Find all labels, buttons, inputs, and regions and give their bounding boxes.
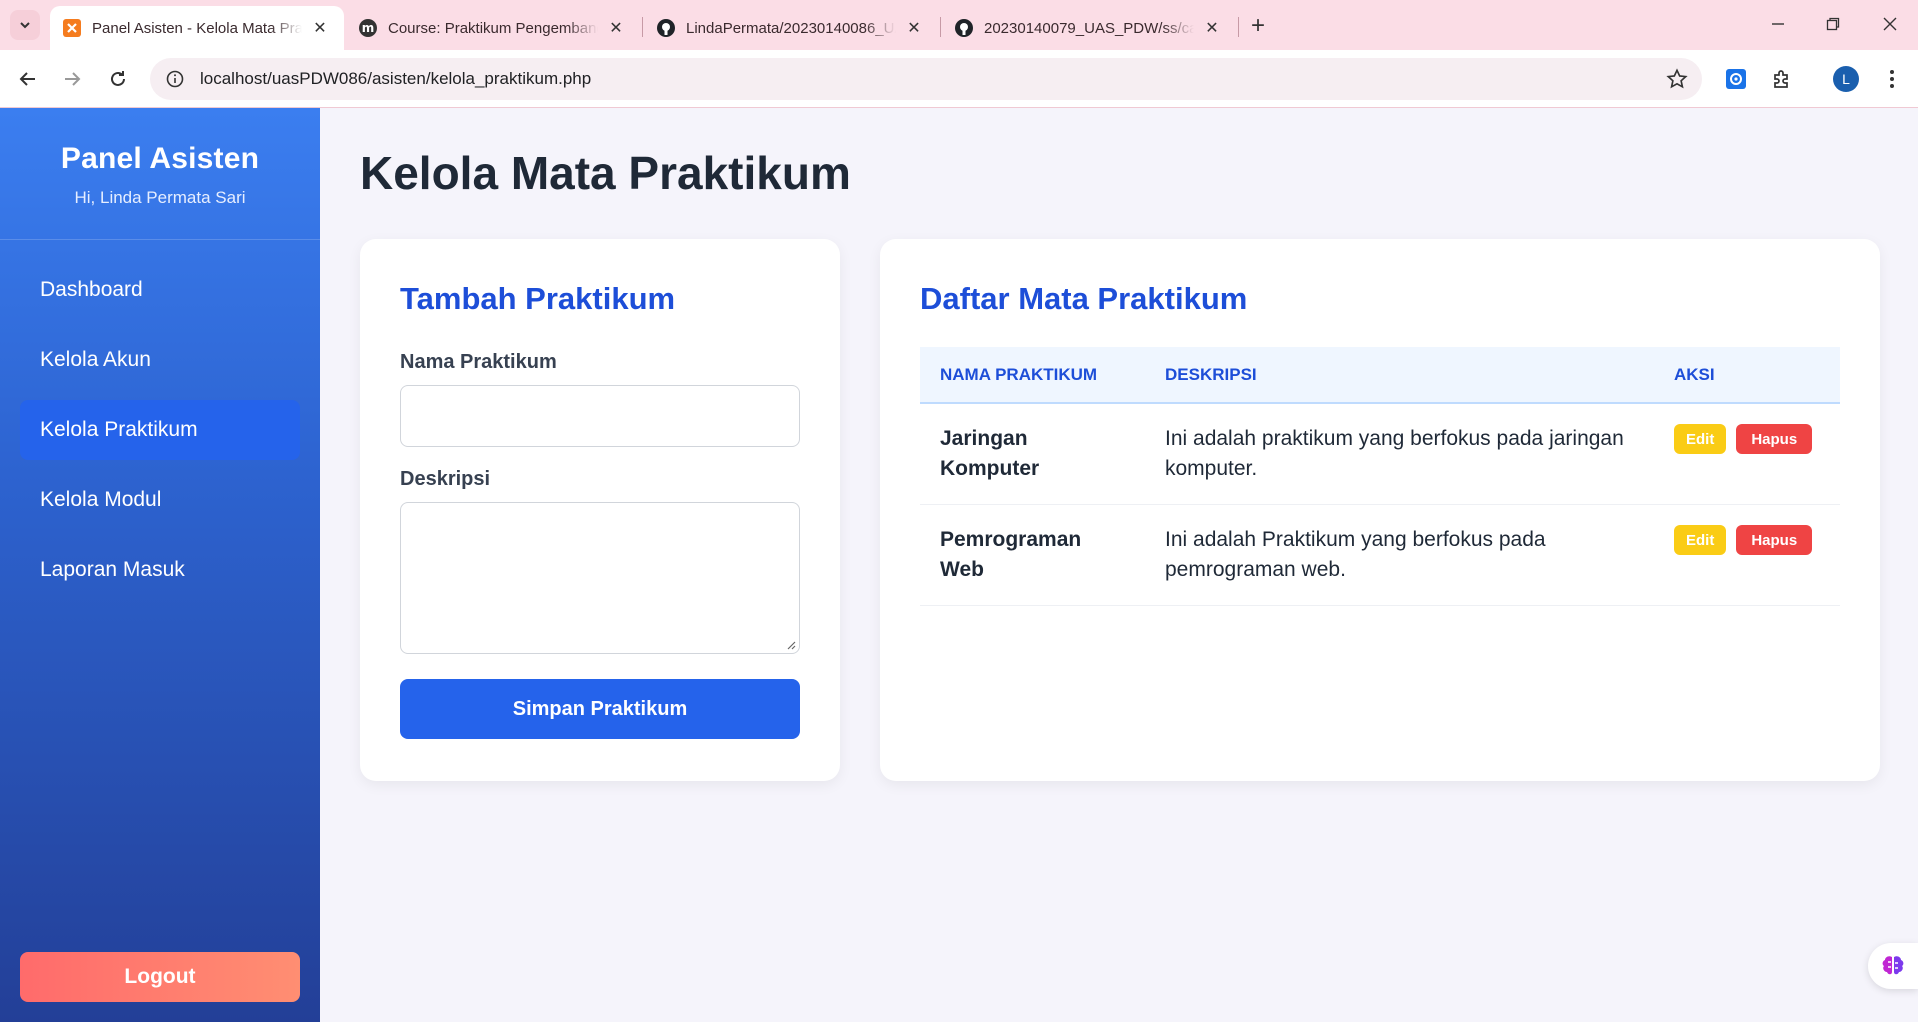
reload-button[interactable] (102, 63, 134, 95)
close-tab-icon[interactable]: ✕ (310, 18, 330, 38)
row-actions: Edit Hapus (1674, 525, 1813, 555)
github-icon (954, 18, 974, 38)
praktikum-description: Ini adalah praktikum yang berfokus pada … (1165, 427, 1624, 480)
more-vertical-icon (1890, 70, 1894, 88)
page-viewport: Panel Asisten Hi, Linda Permata Sari Das… (0, 108, 1918, 1022)
svg-text:m: m (362, 21, 375, 35)
praktikum-name: Pemrograman Web (940, 528, 1082, 581)
close-tab-icon[interactable]: ✕ (606, 18, 626, 38)
site-info-icon[interactable] (154, 58, 196, 100)
add-praktikum-card: Tambah Praktikum Nama Praktikum Deskrips… (360, 239, 840, 781)
sidebar-item-dashboard[interactable]: Dashboard (20, 260, 300, 320)
ai-assistant-button[interactable] (1868, 943, 1918, 989)
extension-badge-icon (1726, 69, 1746, 89)
chevron-down-icon (20, 22, 30, 29)
main-content: Kelola Mata Praktikum Tambah Praktikum N… (320, 108, 1918, 1022)
delete-button[interactable]: Hapus (1736, 424, 1813, 454)
sidebar-item-kelola-akun[interactable]: Kelola Akun (20, 330, 300, 390)
browser-tab-1[interactable]: m Course: Praktikum Pengembangan ✕ (346, 6, 640, 50)
column-header-actions: AKSI (1674, 364, 1715, 384)
minimize-button[interactable] (1758, 8, 1798, 40)
minimize-icon (1772, 23, 1784, 25)
sidebar-item-kelola-praktikum[interactable]: Kelola Praktikum (20, 400, 300, 460)
browser-tabbar: Panel Asisten - Kelola Mata Praktikum ✕ … (0, 0, 1918, 50)
user-greeting: Hi, Linda Permata Sari (74, 188, 246, 207)
row-actions: Edit Hapus (1674, 424, 1813, 454)
github-icon (656, 18, 676, 38)
praktikum-name: Jaringan Komputer (940, 427, 1040, 480)
resize-grip-icon[interactable] (786, 640, 796, 650)
save-praktikum-button[interactable]: Simpan Praktikum (400, 679, 800, 739)
moodle-icon: m (358, 18, 378, 38)
address-bar[interactable]: localhost/uasPDW086/asisten/kelola_prakt… (150, 58, 1702, 100)
tab-separator (940, 17, 941, 37)
name-field-label: Nama Praktikum (400, 351, 557, 373)
edit-button[interactable]: Edit (1674, 525, 1727, 555)
sidebar-menu: Dashboard Kelola Akun Kelola Praktikum K… (0, 240, 320, 600)
back-button[interactable] (12, 63, 44, 95)
tab-search-button[interactable] (10, 10, 40, 40)
form-title: Tambah Praktikum (400, 281, 676, 316)
forward-button[interactable] (56, 63, 88, 95)
praktikum-description: Ini adalah Praktikum yang berfokus pada … (1165, 528, 1546, 581)
extensions-menu-button[interactable] (1766, 63, 1798, 95)
table-row: Jaringan Komputer Ini adalah praktikum y… (920, 404, 1840, 505)
table-header: NAMA PRAKTIKUM DESKRIPSI AKSI (920, 347, 1840, 404)
plus-icon: + (1250, 12, 1265, 39)
browser-toolbar: localhost/uasPDW086/asisten/kelola_prakt… (0, 50, 1918, 108)
praktikum-table: NAMA PRAKTIKUM DESKRIPSI AKSI Jaringan K… (920, 347, 1840, 606)
tab-separator (642, 17, 643, 37)
sidebar-item-laporan-masuk[interactable]: Laporan Masuk (20, 540, 300, 600)
tab-title: LindaPermata/20230140086_UAS (686, 19, 896, 37)
close-tab-icon[interactable]: ✕ (904, 18, 924, 38)
browser-tab-0[interactable]: Panel Asisten - Kelola Mata Praktikum ✕ (50, 6, 344, 50)
puzzle-icon (1774, 70, 1788, 88)
url-text: localhost/uasPDW086/asisten/kelola_prakt… (200, 69, 592, 88)
xampp-icon (62, 18, 82, 38)
bookmark-star-icon[interactable] (1666, 68, 1688, 95)
desc-field-label: Deskripsi (400, 468, 491, 490)
arrow-right-icon (65, 72, 81, 86)
avatar: L (1833, 66, 1859, 92)
close-window-button[interactable] (1870, 8, 1910, 40)
new-tab-button[interactable]: + (1244, 12, 1272, 40)
sidebar-title: Panel Asisten (60, 142, 260, 175)
sidebar-item-kelola-modul[interactable]: Kelola Modul (20, 470, 300, 530)
logout-button[interactable]: Logout (20, 952, 300, 1002)
tab-title: 20230140079_UAS_PDW/ss/cam (984, 19, 1194, 37)
extension-button[interactable] (1720, 63, 1752, 95)
sidebar-brand: Panel Asisten Hi, Linda Permata Sari (0, 108, 320, 240)
profile-button[interactable]: L (1830, 63, 1862, 95)
table-row: Pemrograman Web Ini adalah Praktikum yan… (920, 505, 1840, 606)
list-title: Daftar Mata Praktikum (920, 281, 1248, 316)
restore-button[interactable] (1813, 8, 1853, 40)
close-tab-icon[interactable]: ✕ (1202, 18, 1222, 38)
praktikum-list-card: Daftar Mata Praktikum NAMA PRAKTIKUM DES… (880, 239, 1880, 781)
browser-menu-button[interactable] (1876, 63, 1908, 95)
sidebar: Panel Asisten Hi, Linda Permata Sari Das… (0, 108, 320, 1022)
column-header-desc: DESKRIPSI (1165, 364, 1257, 384)
edit-button[interactable]: Edit (1674, 424, 1727, 454)
brain-icon (1882, 956, 1904, 975)
restore-icon (1826, 17, 1840, 31)
column-header-name: NAMA PRAKTIKUM (940, 364, 1098, 384)
browser-tab-2[interactable]: LindaPermata/20230140086_UAS ✕ (644, 6, 938, 50)
deskripsi-textarea[interactable] (400, 502, 800, 654)
browser-tab-3[interactable]: 20230140079_UAS_PDW/ss/cam ✕ (942, 6, 1236, 50)
tab-separator (1238, 17, 1239, 37)
delete-button[interactable]: Hapus (1736, 525, 1813, 555)
close-icon (1883, 17, 1897, 31)
page-title: Kelola Mata Praktikum (360, 147, 851, 199)
tab-title: Course: Praktikum Pengembangan (388, 19, 598, 37)
tab-title: Panel Asisten - Kelola Mata Praktikum (92, 19, 302, 37)
arrow-left-icon (19, 72, 35, 86)
reload-icon (111, 71, 125, 86)
nama-praktikum-input[interactable] (400, 385, 800, 447)
